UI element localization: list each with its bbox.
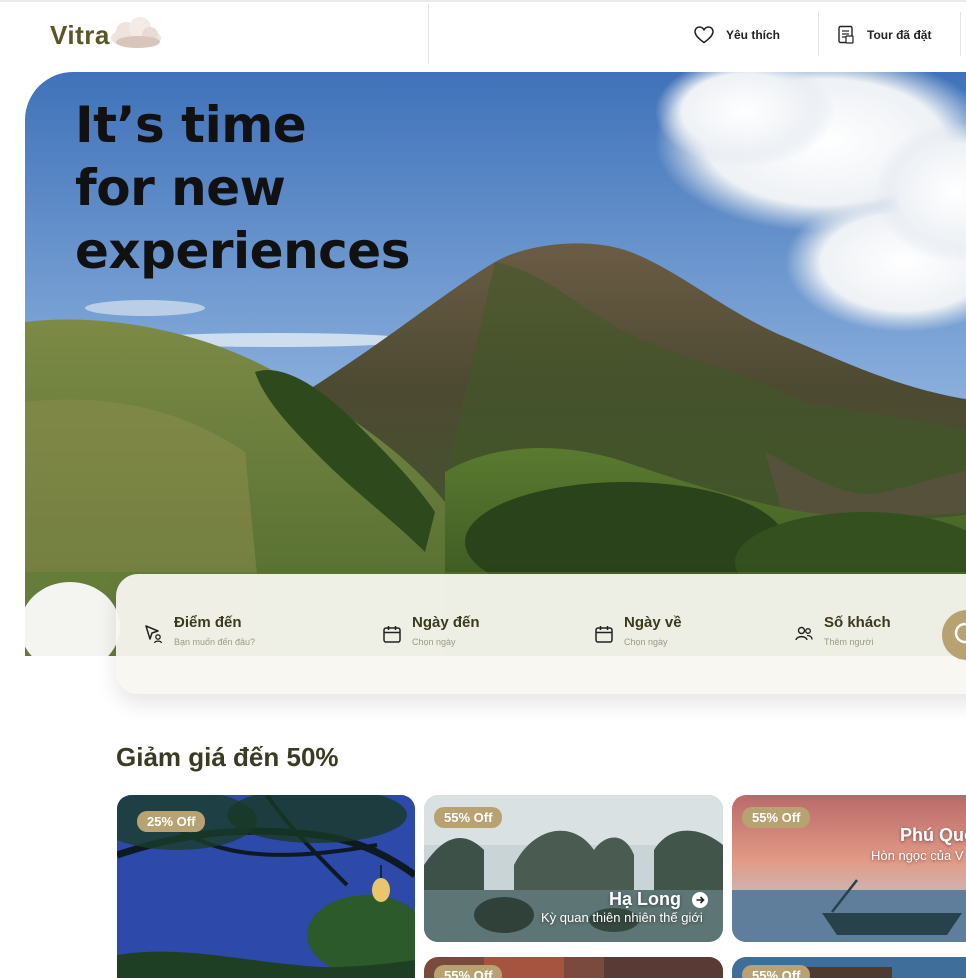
checkin-label: Ngày đến: [412, 614, 480, 631]
deal-card[interactable]: 25% Off: [117, 795, 415, 978]
header-divider: [428, 4, 429, 64]
deal-card[interactable]: 55% Off: [732, 957, 966, 978]
receipt-icon: [838, 25, 854, 44]
deal-card[interactable]: 55% Off: [424, 957, 723, 978]
search-icon: [954, 622, 966, 644]
deal-card-title: Phú Quố: [900, 825, 966, 845]
nav-booked-tours[interactable]: Tour đã đặt: [837, 20, 931, 50]
deal-card-title-text: Hạ Long: [609, 889, 681, 909]
guests-hint: Thêm người: [824, 637, 874, 647]
discount-badge: 55% Off: [742, 807, 811, 828]
nav-favorites[interactable]: Yêu thích: [694, 20, 780, 50]
location-pin-icon: [145, 625, 163, 644]
hero-headline-line: experiences: [75, 222, 410, 280]
discount-badge: 55% Off: [434, 965, 503, 978]
top-header: Vitra Yêu thích Tour đã đặt: [0, 0, 966, 66]
deal-card-phu-quoc[interactable]: 55% Off Phú Quố Hòn ngọc của V: [732, 795, 966, 942]
discount-badge: 25% Off: [137, 811, 206, 832]
checkout-field[interactable]: Ngày về Chọn ngày: [594, 614, 682, 647]
hero-headline-line: for new: [75, 159, 286, 217]
destination-field[interactable]: Điểm đến Bạn muốn đến đâu?: [144, 614, 255, 647]
hero-headline: It’s time for new experiences: [75, 94, 495, 283]
deal-card-subtitle: Hòn ngọc của V: [871, 848, 964, 863]
deal-card-subtitle: Kỳ quan thiên nhiên thế giới: [541, 910, 703, 925]
nav-booked-label: Tour đã đặt: [867, 28, 932, 42]
nav-separator: [818, 12, 819, 56]
calendar-icon: [595, 626, 613, 643]
checkin-field[interactable]: Ngày đến Chọn ngày: [382, 614, 480, 647]
destination-label: Điểm đến: [174, 614, 242, 631]
discount-badge: 55% Off: [434, 807, 503, 828]
heart-icon: [694, 26, 714, 44]
brand-logo[interactable]: Vitra: [50, 14, 170, 54]
nav-favorites-label: Yêu thích: [726, 28, 781, 42]
search-button[interactable]: [942, 610, 966, 660]
calendar-icon: [383, 626, 401, 643]
arrow-right-icon[interactable]: [692, 892, 709, 909]
deal-card-title: Hạ Long: [609, 889, 709, 910]
destination-hint: Bạn muốn đến đâu?: [174, 637, 256, 647]
cloud-icon: [111, 17, 161, 48]
hero-headline-line: It’s time: [75, 96, 307, 154]
checkin-hint: Chọn ngày: [412, 637, 456, 647]
brand-name: Vitra: [50, 20, 110, 50]
deal-card-ha-long[interactable]: 55% Off Hạ Long Kỳ quan thiên nhiên thế …: [424, 795, 723, 942]
guests-field[interactable]: Số khách Thêm người: [794, 614, 891, 647]
hero-banner: It’s time for new experiences: [25, 72, 966, 656]
discount-badge: 55% Off: [742, 965, 811, 978]
checkout-label: Ngày về: [624, 614, 682, 631]
users-icon: [795, 626, 813, 641]
search-bar: Điểm đến Bạn muốn đến đâu? Ngày đến Chọn…: [116, 574, 966, 694]
checkout-hint: Chọn ngày: [624, 637, 668, 647]
deals-section-title: Giảm giá đến 50%: [116, 742, 339, 772]
nav-separator: [960, 12, 961, 56]
guests-label: Số khách: [824, 614, 891, 631]
